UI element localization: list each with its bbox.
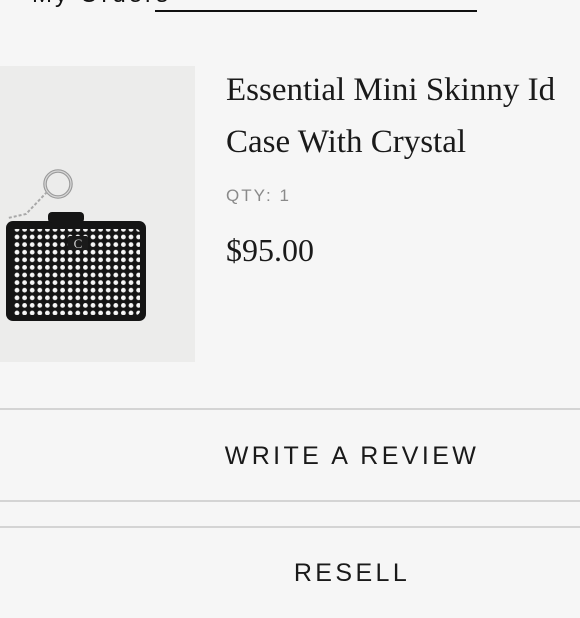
- quantity-label: QTY: 1: [226, 186, 291, 205]
- product-title-line-1: Essential Mini Skinny Id: [226, 72, 556, 108]
- top-tab-text[interactable]: My Orders: [32, 0, 171, 9]
- top-tab-strip: My Orders: [0, 0, 580, 14]
- active-tab-underline: [155, 10, 477, 12]
- write-review-button[interactable]: WRITE A REVIEW: [0, 410, 580, 502]
- product-price: $95.00: [226, 232, 314, 268]
- product-title-line-2: Case With Crystal: [226, 124, 467, 160]
- crystal-card-case-icon: C: [6, 169, 146, 321]
- product-title[interactable]: Essential Mini Skinny Id Case With Cryst…: [226, 64, 580, 168]
- product-thumbnail[interactable]: C: [0, 66, 195, 362]
- svg-text:C: C: [74, 236, 83, 251]
- divider: [0, 500, 580, 502]
- resell-button[interactable]: RESELL: [0, 528, 580, 618]
